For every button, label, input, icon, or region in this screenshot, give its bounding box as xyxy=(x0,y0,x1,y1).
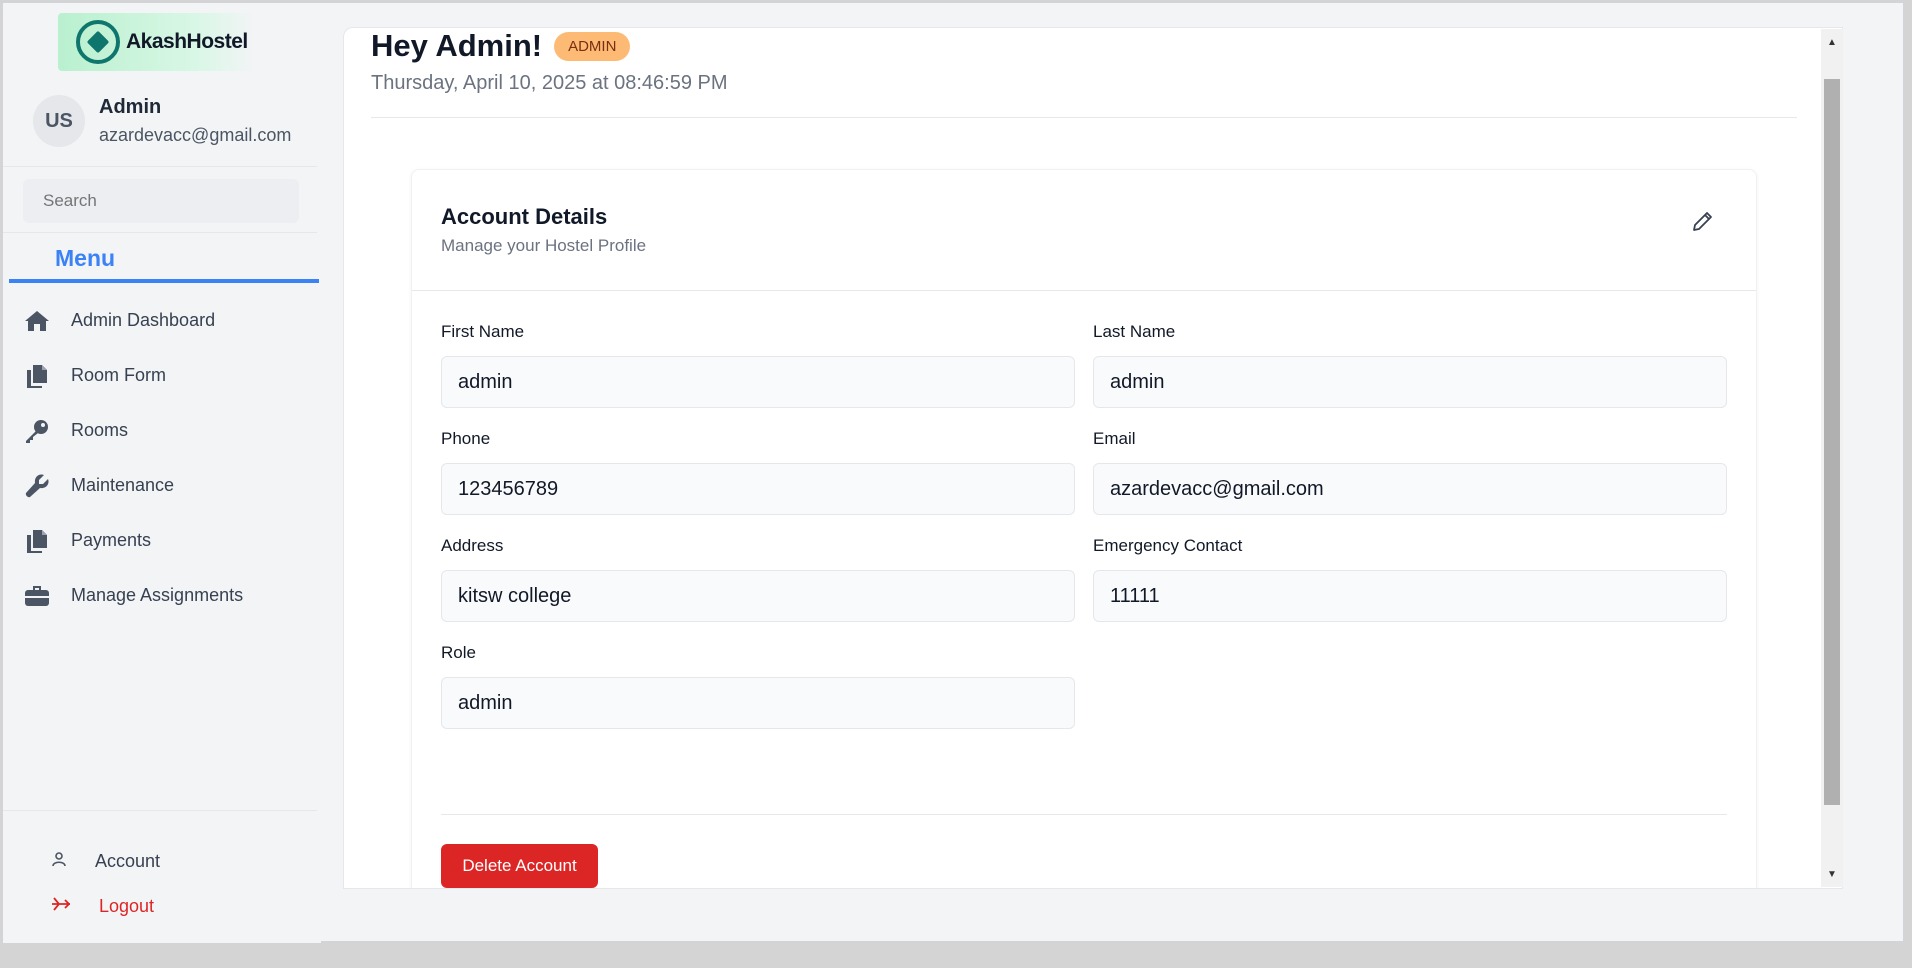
menu-title: Menu xyxy=(55,245,116,271)
role-field[interactable] xyxy=(441,677,1075,729)
account-link[interactable]: Account xyxy=(51,839,160,884)
logo-icon xyxy=(76,20,120,64)
nav-label: Admin Dashboard xyxy=(71,310,216,330)
app-window: AkashHostel US Admin azardevacc@gmail.co… xyxy=(2,2,1904,943)
last-name-label: Last Name xyxy=(1093,322,1176,341)
documents-icon xyxy=(23,527,51,555)
email-field[interactable] xyxy=(1093,463,1727,515)
role-badge: ADMIN xyxy=(554,31,631,61)
nav-label: Manage Assignments xyxy=(71,585,244,605)
divider xyxy=(3,232,317,233)
page-title: Hey Admin! xyxy=(371,28,543,63)
documents-icon xyxy=(23,362,51,390)
main-content: Hey Admin! ADMIN Thursday, April 10, 202… xyxy=(343,27,1843,889)
address-field[interactable] xyxy=(441,570,1075,622)
card-title: Account Details xyxy=(441,204,608,229)
divider xyxy=(441,814,1727,815)
nav-label: Maintenance xyxy=(71,475,175,495)
greeting: Hey Admin! ADMIN xyxy=(371,28,631,64)
logout-icon xyxy=(51,896,71,917)
divider xyxy=(3,810,317,811)
nav-item-payments[interactable]: Payments xyxy=(23,513,313,568)
account-label: Account xyxy=(95,851,161,871)
nav-item-rooms[interactable]: Rooms xyxy=(23,403,313,458)
nav-label: Room Form xyxy=(71,365,167,385)
sidebar: AkashHostel US Admin azardevacc@gmail.co… xyxy=(3,3,321,943)
logout-link[interactable]: Logout xyxy=(51,884,160,929)
scroll-thumb[interactable] xyxy=(1824,79,1840,805)
home-icon xyxy=(23,307,51,335)
wrench-icon xyxy=(23,472,51,500)
logout-label: Logout xyxy=(99,896,155,916)
nav-item-room-form[interactable]: Room Form xyxy=(23,348,313,403)
divider xyxy=(371,117,1797,118)
menu-underline xyxy=(9,279,319,283)
email-label: Email xyxy=(1093,429,1136,448)
delete-account-button[interactable]: Delete Account xyxy=(441,844,598,888)
role-label: Role xyxy=(441,643,476,662)
scroll-up-arrow-icon[interactable]: ▲ xyxy=(1821,31,1843,53)
phone-field[interactable] xyxy=(441,463,1075,515)
key-icon xyxy=(23,417,51,445)
last-name-field[interactable] xyxy=(1093,356,1727,408)
first-name-label: First Name xyxy=(441,322,525,341)
card-header: Account Details Manage your Hostel Profi… xyxy=(412,170,1756,291)
nav-label: Payments xyxy=(71,530,152,550)
divider xyxy=(3,166,317,167)
pencil-icon xyxy=(1693,212,1712,231)
bottom-nav: Account Logout xyxy=(51,839,160,929)
briefcase-icon xyxy=(23,582,51,610)
nav-item-admin-dashboard[interactable]: Admin Dashboard xyxy=(23,293,313,348)
address-label: Address xyxy=(441,536,504,555)
emergency-contact-field[interactable] xyxy=(1093,570,1727,622)
profile-name: Admin xyxy=(99,96,162,118)
first-name-field[interactable] xyxy=(441,356,1075,408)
edit-button[interactable] xyxy=(1686,206,1718,238)
nav-item-manage-assignments[interactable]: Manage Assignments xyxy=(23,568,313,623)
brand-logo[interactable]: AkashHostel xyxy=(58,13,256,71)
scroll-down-arrow-icon[interactable]: ▼ xyxy=(1821,863,1843,885)
user-profile: US Admin azardevacc@gmail.com xyxy=(33,95,291,147)
nav-item-maintenance[interactable]: Maintenance xyxy=(23,458,313,513)
card-subtitle: Manage your Hostel Profile xyxy=(441,236,647,255)
phone-label: Phone xyxy=(441,429,491,448)
scrollbar[interactable]: ▲ ▼ xyxy=(1821,29,1843,887)
account-details-card: Account Details Manage your Hostel Profi… xyxy=(411,169,1757,888)
current-datetime: Thursday, April 10, 2025 at 08:46:59 PM xyxy=(371,72,728,94)
main-nav: Admin Dashboard Room Form Rooms Maintena… xyxy=(23,293,313,623)
emergency-contact-label: Emergency Contact xyxy=(1093,536,1243,555)
avatar: US xyxy=(33,95,85,147)
user-icon xyxy=(51,851,67,872)
profile-email: azardevacc@gmail.com xyxy=(99,125,292,145)
search-input[interactable] xyxy=(23,179,299,223)
brand-name: AkashHostel xyxy=(126,30,248,53)
nav-label: Rooms xyxy=(71,420,129,440)
